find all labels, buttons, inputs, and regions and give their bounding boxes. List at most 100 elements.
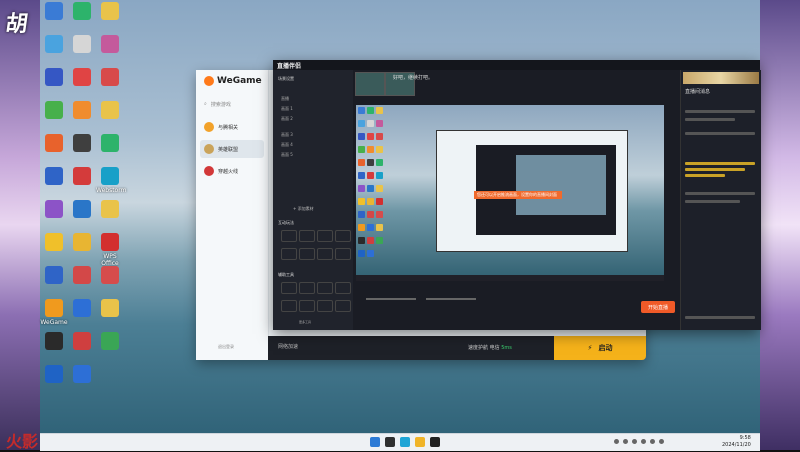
preview-icon [367,237,374,244]
desktop-icon[interactable] [68,200,96,220]
desktop-icon[interactable]: WPS Office [96,233,124,267]
preview-icon [358,198,365,205]
desktop-icon[interactable] [68,35,96,55]
desktop-icon[interactable] [40,266,68,286]
tray-icon[interactable] [650,439,655,444]
edge-icon[interactable] [400,437,410,447]
desktop-icon[interactable]: Webstorm [96,167,126,194]
desktop-icon[interactable] [40,332,68,352]
desktop-icon[interactable] [68,332,96,352]
net-accel[interactable]: 网络加速 [278,343,298,350]
tray-icon[interactable] [623,439,628,444]
chat-message [685,132,755,135]
desktop-icon[interactable] [68,68,96,88]
mic-slider[interactable] [366,298,416,300]
desktop-icon[interactable] [40,2,68,22]
game-item-1[interactable]: 英雄联盟 [200,140,264,158]
tool-button[interactable] [317,248,333,260]
launch-button[interactable]: ⚡ 启动 [554,336,646,360]
desktop-icon[interactable] [68,167,96,187]
desktop-icon[interactable] [40,200,68,220]
tool-button[interactable] [335,300,351,312]
desktop-icon[interactable] [68,2,96,22]
wegame-logo: WeGame [204,76,262,86]
add-source-button[interactable]: + 添加素材 [293,206,314,212]
game-icon [204,144,214,154]
tool-button[interactable] [317,230,333,242]
live-title: 直播伴侣 [277,63,302,70]
more-tools-button[interactable]: 更多工具 [299,320,311,324]
desktop-icon[interactable] [96,101,124,121]
desktop-icon[interactable] [68,233,96,253]
game-icon [204,122,214,132]
app-icon [45,134,63,152]
desktop-icon[interactable] [96,134,124,154]
desktop-icon[interactable]: WeGame [40,299,68,326]
desktop-icon[interactable] [68,266,96,286]
tool-button[interactable] [335,282,351,294]
scene-item[interactable]: 画面 4 [281,142,293,148]
desktop-icon[interactable] [68,365,96,385]
desktop-icon[interactable] [68,101,96,121]
scene-item[interactable]: 画面 2 [281,116,293,122]
preview-icon [376,211,383,218]
scene-item[interactable]: 画面 3 [281,132,293,138]
chat-input[interactable] [685,316,755,319]
tool-button[interactable] [335,248,351,260]
scene-thumb[interactable] [355,72,385,96]
desktop-icon[interactable] [40,101,68,121]
desktop-icon[interactable] [68,134,96,154]
scene-item[interactable]: 直播 [281,96,289,102]
scene-item[interactable]: 画面 5 [281,152,293,158]
desktop-icon[interactable] [96,68,124,88]
tool-button[interactable] [281,248,297,260]
desktop-icon[interactable] [40,35,68,55]
scene-item[interactable]: 画面 1 [281,106,293,112]
explorer-icon[interactable] [415,437,425,447]
app-icon [101,299,119,317]
preview-icon [358,237,365,244]
desktop-icon[interactable] [96,35,124,55]
tray-icon[interactable] [614,439,619,444]
preview-icon [358,172,365,179]
tool-button[interactable] [281,282,297,294]
desktop-icon[interactable] [96,266,124,286]
desktop-icon[interactable] [40,233,68,253]
wegame-search[interactable]: ⌕ 搜索游戏 [204,98,262,110]
tool-button[interactable] [299,300,315,312]
tray-icon[interactable] [632,439,637,444]
volume-slider[interactable] [426,298,476,300]
desktop-icon[interactable] [40,167,68,187]
tray-icon[interactable] [641,439,646,444]
desktop-icon[interactable] [96,332,124,352]
start-live-button[interactable]: 开始直播 [641,301,675,313]
tool-button[interactable] [317,300,333,312]
desktop-icon[interactable] [40,365,68,385]
tool-button[interactable] [281,230,297,242]
clock[interactable]: 9:58 2024/11/20 [722,435,751,449]
desktop-icon[interactable] [40,134,68,154]
search-icon[interactable] [385,437,395,447]
desktop-icon[interactable] [40,68,68,88]
live-app-window[interactable]: 直播伴侣 场景设置 直播 画面 1 画面 2 画面 3 画面 4 画面 5 + … [273,60,761,330]
tray-icon[interactable] [659,439,664,444]
desktop-icon[interactable] [96,299,124,319]
logout-link[interactable]: 退出登录 [218,344,234,350]
desktop-icon[interactable] [96,200,124,220]
desktop-icon[interactable] [96,2,124,22]
tool-button[interactable] [299,230,315,242]
tool-button[interactable] [299,248,315,260]
tool-button[interactable] [317,282,333,294]
app-icon [45,233,63,251]
tool-button[interactable] [335,230,351,242]
game-item-2[interactable]: 穿越火线 [200,162,264,180]
preview-nested-screen [516,155,606,215]
start-icon[interactable] [370,437,380,447]
app-icon[interactable] [430,437,440,447]
app-icon [101,2,119,20]
tool-button[interactable] [299,282,315,294]
tool-button[interactable] [281,300,297,312]
stream-preview[interactable]: 您还可以开启推流画面，设置你的直播间封面 [356,105,664,281]
desktop-icon[interactable] [68,299,96,319]
game-item-0[interactable]: 与腾相关 [200,118,264,136]
